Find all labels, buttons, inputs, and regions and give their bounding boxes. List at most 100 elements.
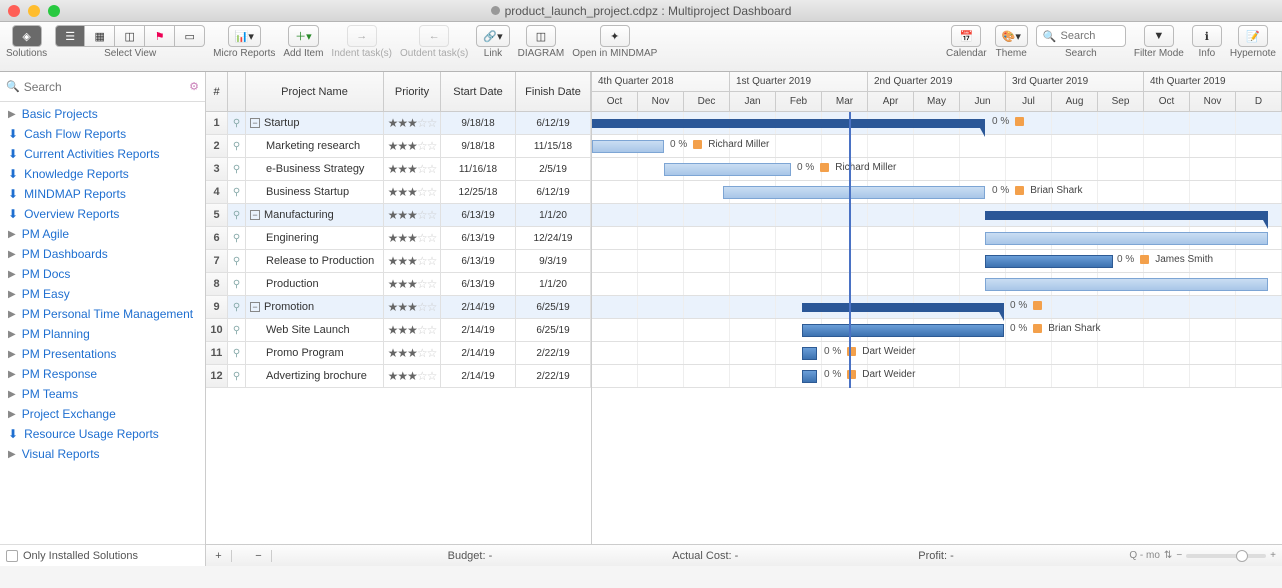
sidebar-item[interactable]: ▶PM Agile [0,224,205,244]
row-flag[interactable]: ⚲ [228,296,246,318]
task-finish[interactable]: 9/3/19 [516,250,591,272]
zoom-control[interactable]: Q - mo ⇅ − + [1129,550,1276,561]
outdent-button[interactable]: ← [419,25,449,47]
view-list-button[interactable]: ☰ [55,25,85,47]
row-flag[interactable]: ⚲ [228,365,246,387]
sidebar-item[interactable]: ▶Basic Projects [0,104,205,124]
table-row[interactable]: 7⚲Release to Production★★★☆☆6/13/199/3/1… [206,250,591,273]
gantt-row[interactable]: 0 %Dart Weider [592,342,1282,365]
maximize-window-icon[interactable] [48,5,60,17]
task-start[interactable]: 2/14/19 [441,319,516,341]
row-flag[interactable]: ⚲ [228,319,246,341]
sidebar-item[interactable]: ▶PM Personal Time Management [0,304,205,324]
task-priority[interactable]: ★★★☆☆ [384,112,441,134]
task-start[interactable]: 9/18/18 [441,135,516,157]
calendar-button[interactable]: 📅 [951,25,981,47]
table-row[interactable]: 4⚲Business Startup★★★☆☆12/25/186/12/19 [206,181,591,204]
table-row[interactable]: 1⚲−Startup★★★☆☆9/18/186/12/19 [206,112,591,135]
task-finish[interactable]: 2/5/19 [516,158,591,180]
task-priority[interactable]: ★★★☆☆ [384,181,441,203]
gantt-bar[interactable] [592,140,664,153]
gantt-row[interactable] [592,227,1282,250]
sidebar-item[interactable]: ▶PM Planning [0,324,205,344]
add-row-button[interactable]: + [212,550,232,562]
gantt-bar[interactable] [985,255,1113,268]
minimize-window-icon[interactable] [28,5,40,17]
table-row[interactable]: 2⚲Marketing research★★★☆☆9/18/1811/15/18 [206,135,591,158]
gantt-bar[interactable] [985,278,1268,291]
col-num[interactable]: # [206,72,228,111]
gantt-bar[interactable] [802,347,817,360]
task-name[interactable]: Marketing research [246,135,384,157]
task-name[interactable]: Advertizing brochure [246,365,384,387]
gantt-row[interactable]: 0 %Dart Weider [592,365,1282,388]
zoom-slider[interactable] [1186,554,1266,558]
gantt-row[interactable]: 0 %Brian Shark [592,319,1282,342]
toolbar-search-input[interactable] [1061,30,1119,42]
gantt-row[interactable]: 0 % [592,296,1282,319]
task-priority[interactable]: ★★★☆☆ [384,227,441,249]
solutions-expand-icon[interactable]: ⚙ [189,80,199,93]
task-name[interactable]: e-Business Strategy [246,158,384,180]
row-flag[interactable]: ⚲ [228,135,246,157]
task-finish[interactable]: 6/12/19 [516,112,591,134]
table-row[interactable]: 3⚲e-Business Strategy★★★☆☆11/16/182/5/19 [206,158,591,181]
sidebar-item[interactable]: ⬇MINDMAP Reports [0,184,205,204]
task-start[interactable]: 11/16/18 [441,158,516,180]
task-finish[interactable]: 11/15/18 [516,135,591,157]
sidebar-item[interactable]: ▶PM Docs [0,264,205,284]
task-start[interactable]: 6/13/19 [441,273,516,295]
sidebar-item[interactable]: ▶PM Teams [0,384,205,404]
task-name[interactable]: Enginering [246,227,384,249]
task-finish[interactable]: 12/24/19 [516,227,591,249]
table-row[interactable]: 11⚲Promo Program★★★☆☆2/14/192/22/19 [206,342,591,365]
view-card-button[interactable]: ▭ [175,25,205,47]
gantt-row[interactable]: 0 %James Smith [592,250,1282,273]
task-name[interactable]: Promo Program [246,342,384,364]
view-grid-button[interactable]: ▦ [85,25,115,47]
link-button[interactable]: 🔗▾ [476,25,509,47]
col-start[interactable]: Start Date [441,72,516,111]
zoom-out-icon[interactable]: − [1176,550,1182,561]
hypernote-button[interactable]: 📝 [1238,25,1268,47]
task-finish[interactable]: 6/25/19 [516,296,591,318]
diagram-button[interactable]: ◫ [526,25,556,47]
sidebar-item[interactable]: ⬇Overview Reports [0,204,205,224]
task-start[interactable]: 12/25/18 [441,181,516,203]
sidebar-item[interactable]: ▶PM Dashboards [0,244,205,264]
gantt-row[interactable]: 0 % [592,112,1282,135]
gantt-row[interactable]: 0 %Richard Miller [592,158,1282,181]
table-row[interactable]: 6⚲Enginering★★★☆☆6/13/1912/24/19 [206,227,591,250]
sidebar-item[interactable]: ▶PM Easy [0,284,205,304]
col-name[interactable]: Project Name [246,72,384,111]
gantt-bar[interactable] [985,211,1268,220]
row-flag[interactable]: ⚲ [228,250,246,272]
additem-button[interactable]: ＋▾ [288,25,319,47]
col-priority[interactable]: Priority [384,72,441,111]
task-priority[interactable]: ★★★☆☆ [384,296,441,318]
sidebar-item[interactable]: ▶Project Exchange [0,404,205,424]
gantt-bar[interactable] [985,232,1268,245]
task-finish[interactable]: 1/1/20 [516,204,591,226]
gantt-bar[interactable] [802,303,1004,312]
gantt-bar[interactable] [802,324,1004,337]
task-priority[interactable]: ★★★☆☆ [384,365,441,387]
info-button[interactable]: ℹ [1192,25,1222,47]
row-flag[interactable]: ⚲ [228,112,246,134]
zoom-in-icon[interactable]: + [1270,550,1276,561]
table-row[interactable]: 9⚲−Promotion★★★☆☆2/14/196/25/19 [206,296,591,319]
stepper-icon[interactable]: ⇅ [1164,550,1172,561]
microreports-button[interactable]: 📊▾ [228,25,261,47]
task-start[interactable]: 9/18/18 [441,112,516,134]
table-row[interactable]: 12⚲Advertizing brochure★★★☆☆2/14/192/22/… [206,365,591,388]
open-mindmap-button[interactable]: ✦ [600,25,630,47]
sidebar-item[interactable]: ▶Visual Reports [0,444,205,464]
task-start[interactable]: 6/13/19 [441,227,516,249]
collapse-icon[interactable]: − [250,118,260,128]
gantt-row[interactable] [592,204,1282,227]
task-start[interactable]: 2/14/19 [441,365,516,387]
task-finish[interactable]: 6/25/19 [516,319,591,341]
remove-row-button[interactable]: − [252,550,272,562]
task-start[interactable]: 6/13/19 [441,204,516,226]
task-priority[interactable]: ★★★☆☆ [384,204,441,226]
